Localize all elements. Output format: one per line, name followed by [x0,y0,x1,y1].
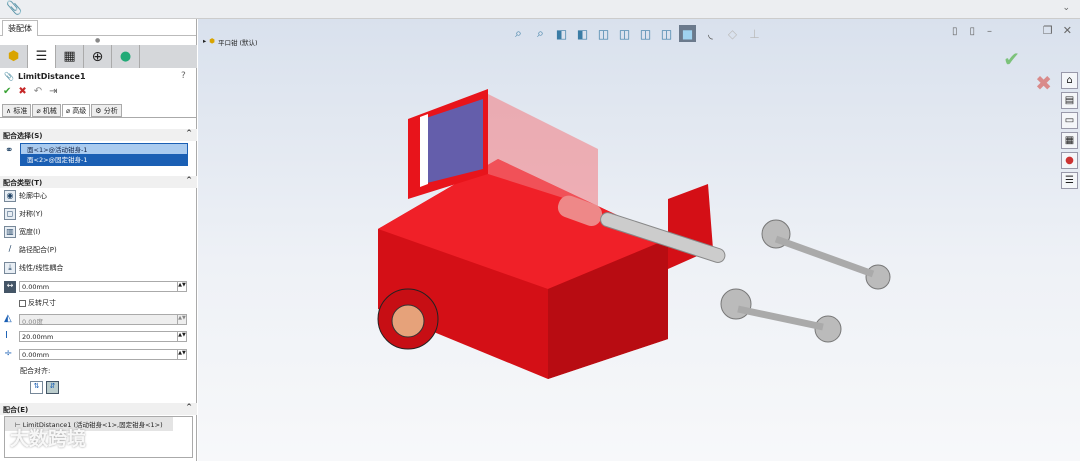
scene-icon[interactable]: ⊥ [746,25,763,42]
help-icon[interactable]: ? [181,71,186,81]
ok-icon[interactable]: ✔ [3,86,11,97]
anti-aligned-icon[interactable]: ⇵ [46,381,59,394]
zoom-area-icon[interactable]: ⌕ [532,25,549,42]
section-view-icon[interactable]: ◧ [574,25,591,42]
mate-type-width[interactable]: ▥ 宽度(I) [4,226,41,238]
mate-type-symmetric[interactable]: ◻ 对称(Y) [4,208,43,220]
tab-standard[interactable]: ∧ 标准 [2,104,32,117]
distance-field[interactable]: 0.00mm ▲▼ [19,281,187,292]
undo-icon[interactable]: ↶ [34,86,42,97]
flip-label: 反转尺寸 [28,299,56,307]
paperclip-icon: 📎 [6,1,23,16]
selection-icon: ⚭ [5,145,14,156]
feature-tree-root[interactable]: ▸ ⬢ 平口钳 (默认) [203,37,258,47]
angle-field: 0.00度 ▲▼ [19,314,187,326]
appearances-icon[interactable]: ● [1061,152,1078,169]
feature-name: LimitDistance1 [17,72,86,81]
hidden-lines-icon[interactable]: ◫ [637,25,654,42]
mates-header[interactable]: 配合(E) ^ [0,403,197,415]
aligned-icon[interactable]: ⇅ [30,381,43,394]
shaded-edges-icon[interactable]: ◫ [658,25,675,42]
title-bar: 📎 ⌄ [0,0,1080,19]
mate-types-header[interactable]: 配合类型(T) ^ [0,176,197,188]
list-item[interactable]: 面<1>@活动钳身-1 [21,144,187,154]
property-manager: 装配体 ● ⬢ ☰ ▦ ⊕ ● 📎 LimitDistance1 ? ✔ ✖ ↶… [0,19,197,461]
shaded-icon[interactable]: ■ [679,25,696,42]
handle-bar [774,235,875,278]
cancel-icon[interactable]: ✖ [18,86,26,97]
handle-bar [737,305,824,331]
confirm-ok-icon[interactable]: ✔ [1003,47,1020,71]
mate-type-profile-center[interactable]: ◉ 轮廓中心 [4,190,47,202]
pin-icon[interactable]: ⇥ [49,86,57,97]
zoom-to-fit-icon[interactable]: ⌕ [510,25,527,42]
hide-show-icon[interactable]: ◟ [702,25,719,42]
minimize-icon[interactable]: – [987,26,992,37]
list-item[interactable]: 面<2>@固定钳身-1 [21,154,187,165]
angle-icon: ◭ [4,313,12,324]
wireframe-icon[interactable]: ◫ [616,25,633,42]
mate-selections-list[interactable]: 面<1>@活动钳身-1 面<2>@固定钳身-1 [20,143,188,166]
appearance-edit-icon[interactable]: ◇ [724,25,741,42]
mate-type-linear-coupler[interactable]: ⤓ 线性/线性耦合 [4,262,63,274]
custom-properties-icon[interactable]: ☰ [1061,172,1078,189]
handle-ball [865,264,891,290]
mate-type-path[interactable]: ∕ 路径配合(P) [4,244,57,256]
min-distance-field[interactable]: 0.00mm ▲▼ [19,349,187,360]
home-icon[interactable]: ⌂ [1061,72,1078,89]
splitter-handle[interactable]: ● [95,37,100,44]
panel-right-icon[interactable]: ▯ [969,26,975,37]
appearance-icon[interactable]: ● [112,45,140,68]
max-distance-icon: I [5,330,8,341]
tab-advanced[interactable]: ⌀ 高级 [61,104,91,117]
tab-assembly[interactable]: 装配体 [2,20,38,36]
mate-selections-header[interactable]: 配合选择(S) ^ [0,129,197,141]
distance-icon: ↔ [4,281,16,293]
design-library-icon[interactable]: ▤ [1061,92,1078,109]
configuration-manager-icon[interactable]: ▦ [56,45,84,68]
previous-view-icon[interactable]: ◧ [553,25,570,42]
tab-analysis[interactable]: ⚙ 分析 [91,104,122,117]
feature-manager-icon[interactable]: ⬢ [0,45,28,68]
handle-ball [720,288,752,320]
vise-model[interactable] [368,89,898,399]
graphics-area[interactable]: ▸ ⬢ 平口钳 (默认) ⌕ ⌕ ◧ ◧ ◫ ◫ ◫ ◫ ■ ◟ ◇ ⊥ ▯ ▯ – ❐… [198,19,1080,461]
property-manager-icon[interactable]: ☰ [28,45,56,68]
confirm-cancel-icon[interactable]: ✖ [1035,71,1052,95]
restore-icon[interactable]: ❐ [1043,24,1053,37]
max-distance-field[interactable]: 20.00mm ▲▼ [19,331,187,342]
min-distance-icon: ÷ [4,348,13,359]
view-palette-icon[interactable]: ▦ [1061,132,1078,149]
panel-left-icon[interactable]: ▯ [952,26,958,37]
bushing [391,304,425,338]
mate-icon: 📎 [4,72,14,81]
view-orientation-icon[interactable]: ◫ [595,25,612,42]
chevron-down-icon[interactable]: ⌄ [1062,3,1070,13]
close-icon[interactable]: ✕ [1063,24,1072,37]
file-explorer-icon[interactable]: ▭ [1061,112,1078,129]
flip-dimension-checkbox[interactable] [19,299,26,307]
assembly-icon: ⬢ [209,37,215,45]
watermark: 大数跨境 [10,428,87,450]
dimxpert-icon[interactable]: ⊕ [84,45,112,68]
tab-mechanical[interactable]: ⌀ 机械 [32,104,61,117]
alignment-label: 配合对齐: [20,367,51,375]
